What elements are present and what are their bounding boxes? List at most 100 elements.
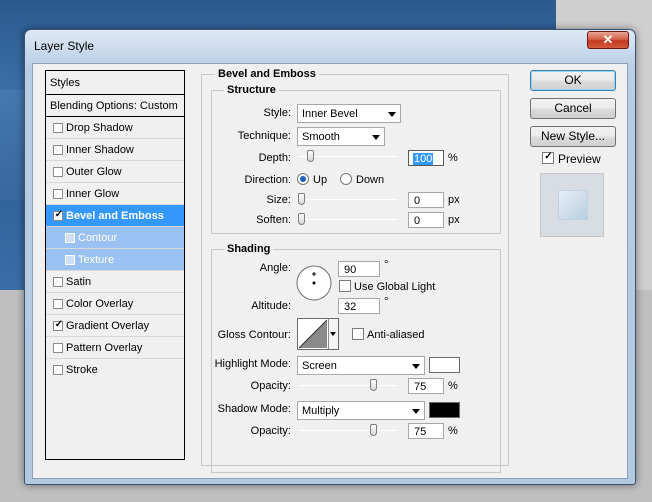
- styles-header-label: Styles: [50, 77, 80, 89]
- technique-select[interactable]: Smooth: [297, 127, 385, 146]
- angle-dial[interactable]: [295, 264, 333, 302]
- slider-thumb[interactable]: [298, 193, 305, 205]
- preview-checkbox[interactable]: ✓: [542, 151, 554, 164]
- depth-slider[interactable]: [299, 150, 397, 162]
- altitude-value: 32: [344, 301, 357, 313]
- anti-aliased-checkbox[interactable]: [352, 328, 364, 340]
- dialog-client: Styles Blending Options: Custom Drop Sha…: [32, 63, 628, 479]
- satin-checkbox[interactable]: [53, 277, 63, 287]
- list-item-label: Bevel and Emboss: [66, 210, 164, 222]
- ok-button[interactable]: OK: [530, 70, 616, 91]
- direction-down-label: Down: [356, 174, 385, 186]
- styles-list: Styles Blending Options: Custom Drop Sha…: [45, 70, 185, 460]
- slider-thumb[interactable]: [298, 213, 305, 225]
- gradient-overlay-checkbox[interactable]: ✓: [53, 319, 63, 331]
- list-item-label: Inner Glow: [66, 188, 120, 200]
- chevron-down-icon: [330, 332, 336, 336]
- depth-unit: %: [448, 152, 458, 164]
- cancel-button[interactable]: Cancel: [530, 98, 616, 119]
- list-item-satin[interactable]: Satin: [46, 271, 184, 293]
- technique-select-value: Smooth: [302, 131, 340, 143]
- global-light-checkbox[interactable]: [339, 280, 351, 292]
- shadow-mode-value: Multiply: [302, 405, 340, 417]
- outer-glow-checkbox[interactable]: [53, 167, 63, 177]
- highlight-opacity-value: 75: [414, 381, 427, 393]
- chevron-down-icon: [372, 135, 380, 140]
- inner-glow-checkbox[interactable]: [53, 189, 63, 199]
- list-item-label: Color Overlay: [66, 298, 134, 310]
- slider-track: [299, 430, 397, 431]
- angle-label: Angle:: [259, 262, 291, 274]
- pattern-overlay-checkbox[interactable]: [53, 343, 63, 353]
- slider-track: [299, 219, 397, 220]
- list-item-color-overlay[interactable]: Color Overlay: [46, 293, 184, 315]
- close-icon: ✕: [602, 32, 614, 47]
- style-select-value: Inner Bevel: [302, 108, 358, 120]
- highlight-opacity-input[interactable]: 75: [408, 378, 444, 394]
- shadow-opacity-unit: %: [448, 425, 458, 437]
- size-value: 0: [414, 195, 421, 207]
- new-style-button[interactable]: New Style...: [530, 126, 616, 147]
- direction-up-label: Up: [313, 174, 328, 186]
- altitude-unit: °: [384, 296, 389, 308]
- close-button[interactable]: ✕: [587, 31, 629, 49]
- preview-thumbnail: [540, 173, 604, 237]
- soften-input[interactable]: 0: [408, 212, 444, 228]
- soften-slider[interactable]: [298, 213, 397, 225]
- structure-title: Structure: [224, 84, 279, 96]
- angle-value: 90: [344, 264, 357, 276]
- styles-header[interactable]: Styles: [46, 71, 184, 95]
- gloss-contour-label: Gloss Contour:: [217, 329, 291, 341]
- direction-down-radio[interactable]: [340, 173, 352, 185]
- global-light-label: Use Global Light: [354, 281, 436, 293]
- depth-input[interactable]: 100: [408, 150, 444, 166]
- drop-shadow-checkbox[interactable]: [53, 123, 63, 133]
- shadow-opacity-slider[interactable]: [299, 424, 397, 436]
- list-item-bevel-emboss[interactable]: ✓ Bevel and Emboss: [46, 205, 184, 227]
- inner-shadow-checkbox[interactable]: [53, 145, 63, 155]
- list-item-contour[interactable]: Contour: [46, 227, 184, 249]
- shadow-mode-label: Shadow Mode:: [217, 403, 291, 415]
- slider-thumb[interactable]: [370, 424, 377, 436]
- list-item-inner-glow[interactable]: Inner Glow: [46, 183, 184, 205]
- size-input[interactable]: 0: [408, 192, 444, 208]
- list-item-pattern-overlay[interactable]: Pattern Overlay: [46, 337, 184, 359]
- highlight-opacity-slider[interactable]: [299, 379, 397, 391]
- slider-thumb[interactable]: [307, 150, 314, 162]
- shadow-mode-select[interactable]: Multiply: [297, 401, 425, 420]
- list-item-label: Gradient Overlay: [66, 320, 150, 332]
- gloss-contour-picker[interactable]: [297, 318, 339, 350]
- slider-thumb[interactable]: [370, 379, 377, 391]
- check-icon: ✓: [54, 209, 64, 220]
- list-item-label: Drop Shadow: [66, 122, 133, 134]
- shadow-opacity-input[interactable]: 75: [408, 423, 444, 439]
- title-bar[interactable]: Layer Style ✕: [25, 30, 635, 60]
- list-item-inner-shadow[interactable]: Inner Shadow: [46, 139, 184, 161]
- list-item-label: Outer Glow: [66, 166, 122, 178]
- angle-input[interactable]: 90: [338, 261, 380, 277]
- color-overlay-checkbox[interactable]: [53, 299, 63, 309]
- texture-checkbox[interactable]: [65, 255, 75, 265]
- list-item-gradient-overlay[interactable]: ✓ Gradient Overlay: [46, 315, 184, 337]
- size-slider[interactable]: [298, 193, 397, 205]
- list-item-stroke[interactable]: Stroke: [46, 359, 184, 381]
- chevron-down-icon: [412, 364, 420, 369]
- altitude-input[interactable]: 32: [338, 298, 380, 314]
- highlight-opacity-unit: %: [448, 380, 458, 392]
- bevel-emboss-checkbox[interactable]: ✓: [53, 209, 64, 221]
- list-item-outer-glow[interactable]: Outer Glow: [46, 161, 184, 183]
- list-item-texture[interactable]: Texture: [46, 249, 184, 271]
- list-item-label: Inner Shadow: [66, 144, 134, 156]
- technique-label: Technique:: [237, 130, 291, 142]
- contour-checkbox[interactable]: [65, 233, 75, 243]
- direction-label: Direction:: [244, 174, 291, 186]
- stroke-checkbox[interactable]: [53, 365, 63, 375]
- style-select[interactable]: Inner Bevel: [297, 104, 401, 123]
- highlight-color-swatch[interactable]: [429, 357, 460, 373]
- list-item-drop-shadow[interactable]: Drop Shadow: [46, 117, 184, 139]
- contour-dropdown[interactable]: [328, 319, 338, 349]
- highlight-mode-select[interactable]: Screen: [297, 356, 425, 375]
- direction-up-radio[interactable]: [297, 173, 309, 185]
- shadow-color-swatch[interactable]: [429, 402, 460, 418]
- blending-options-item[interactable]: Blending Options: Custom: [46, 95, 184, 117]
